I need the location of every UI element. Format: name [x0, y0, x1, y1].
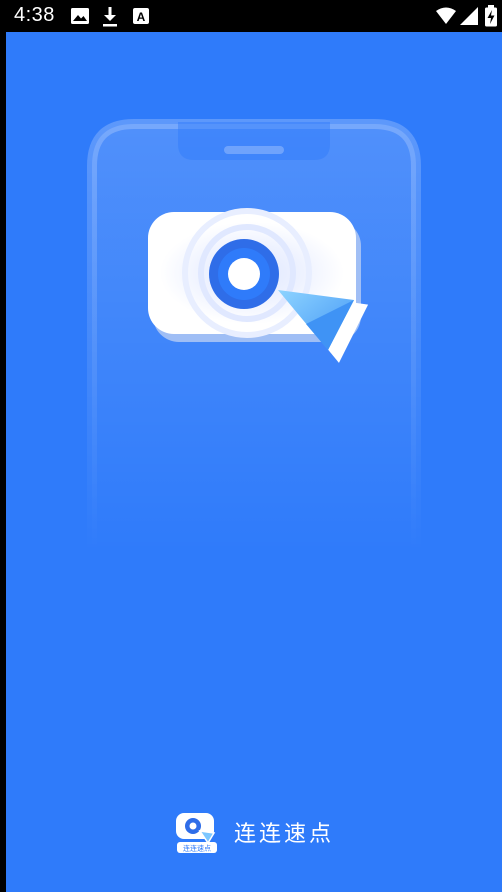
signal-icon [460, 7, 478, 25]
font-icon-letter: A [137, 10, 146, 24]
wifi-icon [436, 7, 456, 24]
download-icon [103, 7, 117, 27]
image-icon [71, 8, 89, 24]
app-logo-caption: 连连速点 [183, 844, 211, 853]
app-logo-icon: 连连速点 [175, 813, 217, 853]
font-a-icon: A [133, 8, 149, 24]
splash-illustration [87, 119, 421, 557]
brand-footer: 连连速点 连连速点 [6, 802, 502, 862]
lens-icon [209, 239, 279, 309]
battery-charging-icon [485, 5, 497, 27]
status-bar: 4:38 A [0, 0, 502, 32]
splash-screen: 连连速点 连连速点 [6, 32, 502, 892]
app-name: 连连速点 [233, 822, 334, 847]
status-time: 4:38 [14, 4, 55, 26]
